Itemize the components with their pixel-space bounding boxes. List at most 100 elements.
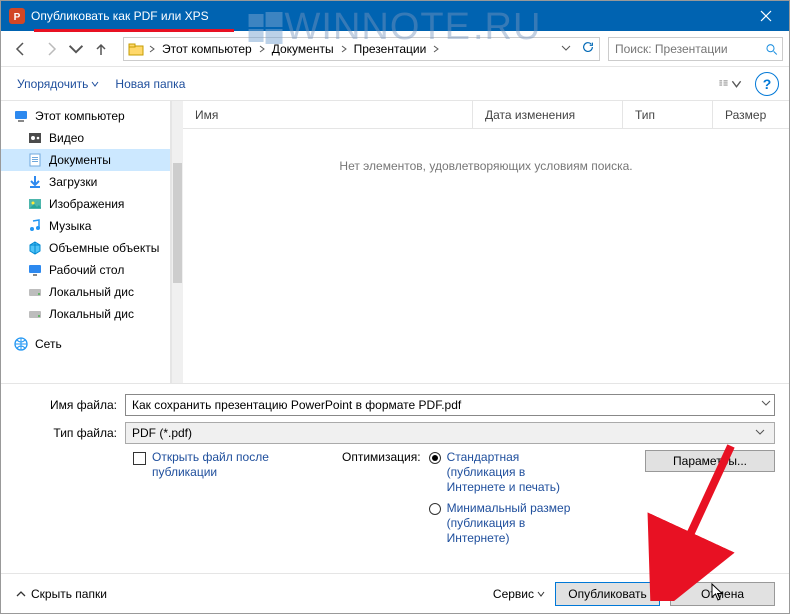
- chevron-down-icon: [752, 426, 768, 440]
- chevron-down-icon: [91, 80, 99, 88]
- chevron-right-icon: [432, 42, 440, 56]
- network-icon: [13, 336, 29, 352]
- tree-item-1[interactable]: Видео: [1, 127, 170, 149]
- video-icon: [27, 130, 43, 146]
- tree-item-label: Локальный дис: [49, 307, 134, 321]
- tree-item-label: Загрузки: [49, 175, 97, 189]
- checkbox-box: [133, 452, 146, 465]
- close-button[interactable]: [743, 1, 789, 31]
- tree-item-label: Музыка: [49, 219, 91, 233]
- optimization-label: Оптимизация:: [342, 450, 421, 544]
- empty-message: Нет элементов, удовлетворяющих условиям …: [183, 159, 789, 173]
- help-button[interactable]: ?: [755, 72, 779, 96]
- address-bar[interactable]: Этот компьютер Документы Презентации: [123, 37, 600, 61]
- optimization-standard-label: Стандартная (публикация в Интернете и пе…: [447, 450, 587, 495]
- tools-label: Сервис: [493, 587, 534, 601]
- desk-icon: [27, 262, 43, 278]
- title-bar: P Опубликовать как PDF или XPS: [1, 1, 789, 31]
- tree-item-label: Локальный дис: [49, 285, 134, 299]
- tree-item-7[interactable]: Рабочий стол: [1, 259, 170, 281]
- svg-text:P: P: [14, 12, 21, 23]
- search-input[interactable]: [613, 41, 761, 57]
- organize-menu[interactable]: Упорядочить: [11, 73, 105, 95]
- breadcrumb-pc[interactable]: Этот компьютер: [160, 42, 254, 56]
- radio-unselected-icon: [429, 503, 441, 515]
- forward-button[interactable]: [37, 35, 65, 63]
- tree-item-label: Объемные объекты: [49, 241, 159, 255]
- hide-folders-button[interactable]: Скрыть папки: [15, 587, 107, 601]
- chevron-down-icon: [537, 590, 545, 598]
- folder-icon: [128, 41, 144, 57]
- filename-label: Имя файла:: [15, 398, 125, 412]
- view-mode-button[interactable]: [717, 73, 743, 95]
- tools-menu[interactable]: Сервис: [493, 587, 545, 601]
- optimization-minimum-radio[interactable]: Минимальный размер (публикация в Интерне…: [429, 501, 587, 546]
- filetype-combo[interactable]: PDF (*.pdf): [125, 422, 775, 444]
- breadcrumb-presentations[interactable]: Презентации: [352, 42, 429, 56]
- publish-button[interactable]: Опубликовать: [555, 582, 660, 606]
- doc-icon: [27, 152, 43, 168]
- save-form: Имя файла: Тип файла: PDF (*.pdf) Открыт…: [1, 383, 789, 552]
- new-folder-label: Новая папка: [115, 77, 185, 91]
- search-icon: [765, 42, 778, 56]
- file-list-area: Имя Дата изменения Тип Размер Нет элемен…: [183, 101, 789, 383]
- radio-selected-icon: [429, 452, 441, 464]
- tree-item-6[interactable]: Объемные объекты: [1, 237, 170, 259]
- up-button[interactable]: [87, 35, 115, 63]
- search-box[interactable]: [608, 37, 783, 61]
- tree-item-label: Этот компьютер: [35, 109, 125, 123]
- footer-bar: Скрыть папки Сервис Опубликовать Отмена: [1, 573, 789, 613]
- optimization-minimum-label: Минимальный размер (публикация в Интерне…: [447, 501, 587, 546]
- tree-item-2[interactable]: Документы: [1, 149, 170, 171]
- column-date[interactable]: Дата изменения: [473, 101, 623, 128]
- refresh-button[interactable]: [581, 40, 595, 57]
- column-type[interactable]: Тип: [623, 101, 713, 128]
- history-dropdown[interactable]: [561, 42, 571, 56]
- hide-folders-label: Скрыть папки: [31, 587, 107, 601]
- column-size[interactable]: Размер: [713, 101, 789, 128]
- img-icon: [27, 196, 43, 212]
- filetype-value: PDF (*.pdf): [132, 426, 192, 440]
- music-icon: [27, 218, 43, 234]
- toolbar: Упорядочить Новая папка ?: [1, 67, 789, 101]
- open-after-label: Открыть файл после публикации: [152, 450, 302, 546]
- back-button[interactable]: [7, 35, 35, 63]
- disk-icon: [27, 306, 43, 322]
- filename-dropdown[interactable]: [761, 397, 771, 411]
- optimization-standard-radio[interactable]: Стандартная (публикация в Интернете и пе…: [429, 450, 587, 495]
- tree-item-label: Видео: [49, 131, 84, 145]
- open-after-checkbox[interactable]: Открыть файл после публикации: [133, 450, 302, 546]
- tree-item-5[interactable]: Музыка: [1, 215, 170, 237]
- chevron-right-icon: [340, 42, 348, 56]
- tree-item-label: Изображения: [49, 197, 124, 211]
- tree-item-label: Сеть: [35, 337, 62, 351]
- new-folder-button[interactable]: Новая папка: [109, 73, 191, 95]
- tree-item-label: Документы: [49, 153, 111, 167]
- tree-item-3[interactable]: Загрузки: [1, 171, 170, 193]
- chevron-down-icon: [731, 76, 742, 92]
- breadcrumb-documents[interactable]: Документы: [270, 42, 336, 56]
- filetype-label: Тип файла:: [15, 426, 125, 440]
- window-title: Опубликовать как PDF или XPS: [31, 9, 209, 23]
- tree-item-4[interactable]: Изображения: [1, 193, 170, 215]
- recent-dropdown[interactable]: [67, 35, 85, 63]
- tree-item-0[interactable]: Этот компьютер: [1, 105, 170, 127]
- chevron-right-icon: [148, 42, 156, 56]
- nav-bar: Этот компьютер Документы Презентации: [1, 31, 789, 67]
- pc-icon: [13, 108, 29, 124]
- parameters-button[interactable]: Параметры...: [645, 450, 775, 472]
- tree-item-9[interactable]: Локальный дис: [1, 303, 170, 325]
- tree-item-network[interactable]: Сеть: [1, 333, 170, 355]
- chevron-up-icon: [15, 588, 27, 600]
- filename-input[interactable]: [125, 394, 775, 416]
- cube-icon: [27, 240, 43, 256]
- column-name[interactable]: Имя: [183, 101, 473, 128]
- nav-tree: Этот компьютер Видео Документы Загрузки Изоб…: [1, 101, 171, 383]
- app-icon: P: [9, 8, 25, 24]
- cancel-button[interactable]: Отмена: [670, 582, 775, 606]
- tree-scrollbar[interactable]: [171, 101, 183, 383]
- tree-item-8[interactable]: Локальный дис: [1, 281, 170, 303]
- tree-item-label: Рабочий стол: [49, 263, 124, 277]
- column-headers: Имя Дата изменения Тип Размер: [183, 101, 789, 129]
- organize-label: Упорядочить: [17, 77, 88, 91]
